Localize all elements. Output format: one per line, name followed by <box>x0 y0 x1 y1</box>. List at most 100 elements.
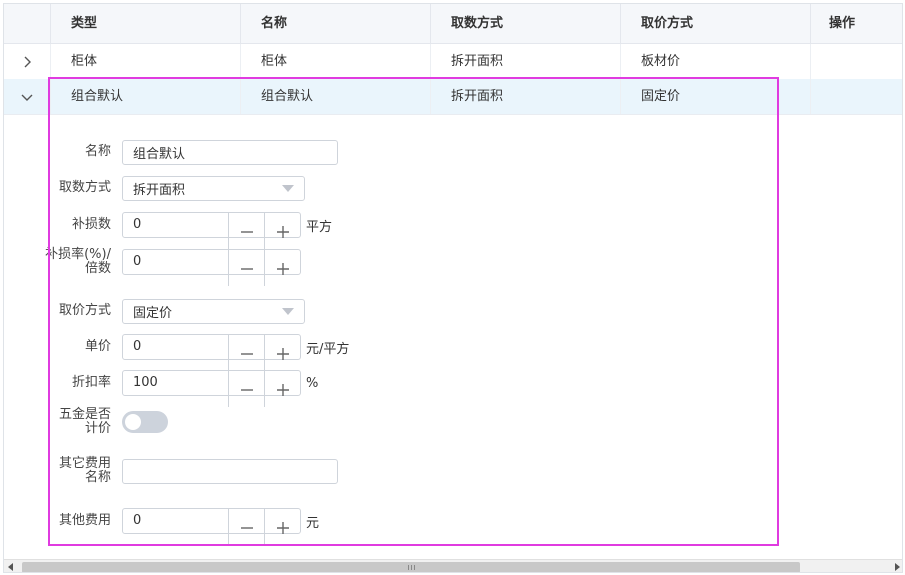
discount-label: 折扣率 <box>71 375 111 390</box>
cell-actions <box>811 44 902 79</box>
unit-price-value[interactable]: 0 <box>123 335 228 359</box>
expand-toggle[interactable] <box>4 79 51 114</box>
loss-decrement-button[interactable] <box>228 213 264 249</box>
table-row-expanded[interactable]: 组合默认 组合默认 拆开面积 固定价 <box>4 79 902 115</box>
qty-method-label: 取数方式 <box>58 180 111 195</box>
cell-actions <box>811 79 902 114</box>
expand-toggle[interactable] <box>4 44 51 79</box>
form-row-loss: 补损数 0 平方 <box>4 211 333 249</box>
hardware-priced-switch[interactable] <box>122 411 168 433</box>
price-method-label: 取价方式 <box>58 303 111 318</box>
form-row-unit-price: 单价 0 元/平方 <box>4 333 350 371</box>
form-row-loss-rate: 补损率(%)/ 倍数 0 <box>4 248 301 286</box>
minus-icon <box>240 527 253 529</box>
loss-rate-increment-button[interactable] <box>264 250 300 286</box>
other-fee-decrement-button[interactable] <box>228 509 264 545</box>
minus-icon <box>240 231 253 233</box>
header-expand-col <box>4 4 51 44</box>
cell-name: 组合默认 <box>241 79 431 114</box>
price-method-value: 固定价 <box>133 305 173 321</box>
loss-rate-value[interactable]: 0 <box>123 250 228 274</box>
other-fee-unit: 元 <box>306 515 320 531</box>
form-row-hardware: 五金是否 计价 <box>4 408 168 436</box>
form-row-qty-method: 取数方式 拆开面积 <box>4 174 305 202</box>
dropdown-caret-icon <box>282 307 294 315</box>
dropdown-caret-icon <box>282 184 294 192</box>
discount-stepper: 100 <box>122 370 301 407</box>
header-type[interactable]: 类型 <box>51 4 241 44</box>
grip-icon <box>407 565 415 570</box>
table-frame: 类型 名称 取数方式 取价方式 操作 柜体 柜体 拆开面积 板材价 组合默认 组… <box>3 3 903 573</box>
header-name[interactable]: 名称 <box>241 4 431 44</box>
loss-value[interactable]: 0 <box>123 213 228 237</box>
unit-price-label: 单价 <box>84 339 111 354</box>
loss-increment-button[interactable] <box>264 213 300 249</box>
plus-icon <box>276 384 289 396</box>
minus-icon <box>240 268 253 270</box>
cell-type: 组合默认 <box>51 79 241 114</box>
other-fee-increment-button[interactable] <box>264 509 300 545</box>
horizontal-scrollbar[interactable] <box>4 559 902 572</box>
unit-price-unit: 元/平方 <box>306 341 350 357</box>
other-fee-label: 其他费用 <box>58 513 111 528</box>
other-fee-stepper: 0 <box>122 508 301 545</box>
plus-icon <box>276 522 289 534</box>
other-fee-name-label: 其它费用 名称 <box>4 457 122 485</box>
scroll-right-arrow-icon[interactable] <box>895 563 900 571</box>
header-actions: 操作 <box>829 16 856 31</box>
unit-price-stepper: 0 <box>122 334 301 371</box>
expanded-detail-panel: 名称 取数方式 拆开面积 补损数 0 平方 <box>4 115 902 559</box>
qty-method-value: 拆开面积 <box>133 182 186 198</box>
loss-rate-label-line2: 倍数 <box>84 261 111 276</box>
cell-qty-method: 拆开面积 <box>431 79 621 114</box>
loss-stepper: 0 <box>122 212 301 249</box>
form-row-other-fee: 其他费用 0 元 <box>4 507 320 545</box>
discount-unit: % <box>306 375 319 391</box>
cell-price-method: 固定价 <box>621 79 811 114</box>
table-row[interactable]: 柜体 柜体 拆开面积 板材价 <box>4 44 902 80</box>
form-row-other-fee-name: 其它费用 名称 <box>4 457 338 485</box>
hardware-label-line2: 计价 <box>84 421 111 436</box>
minus-icon <box>240 353 253 355</box>
discount-value[interactable]: 100 <box>123 371 228 395</box>
form-row-name: 名称 <box>4 138 338 166</box>
qty-method-select[interactable]: 拆开面积 <box>122 175 305 201</box>
scrollbar-thumb[interactable] <box>22 562 800 572</box>
other-fee-value[interactable]: 0 <box>123 509 228 533</box>
header-qty-method[interactable]: 取数方式 <box>431 4 621 44</box>
table-header: 类型 名称 取数方式 取价方式 操作 <box>4 4 902 44</box>
plus-icon <box>276 226 289 238</box>
form-row-price-method: 取价方式 固定价 <box>4 297 305 325</box>
loss-rate-decrement-button[interactable] <box>228 250 264 286</box>
name-input[interactable] <box>122 139 338 165</box>
loss-rate-label: 补损率(%)/ 倍数 <box>4 248 122 276</box>
loss-rate-stepper: 0 <box>122 249 301 286</box>
plus-icon <box>276 348 289 360</box>
chevron-right-icon <box>24 56 31 67</box>
cell-price-method: 板材价 <box>621 44 811 79</box>
unit-price-decrement-button[interactable] <box>228 335 264 371</box>
unit-price-increment-button[interactable] <box>264 335 300 371</box>
discount-increment-button[interactable] <box>264 371 300 407</box>
other-fee-name-input[interactable] <box>122 458 338 484</box>
loss-label: 补损数 <box>71 217 111 232</box>
price-method-select[interactable]: 固定价 <box>122 298 305 324</box>
form-row-discount: 折扣率 100 % <box>4 369 319 407</box>
hardware-label-line1: 五金是否 <box>58 407 111 422</box>
other-fee-name-label-line1: 其它费用 <box>58 456 111 471</box>
discount-decrement-button[interactable] <box>228 371 264 407</box>
cell-name: 柜体 <box>241 44 431 79</box>
scroll-left-arrow-icon[interactable] <box>8 563 13 571</box>
minus-icon <box>240 389 253 391</box>
cell-qty-method: 拆开面积 <box>431 44 621 79</box>
other-fee-name-label-line2: 名称 <box>84 470 111 485</box>
loss-rate-label-line1: 补损率(%)/ <box>45 247 111 262</box>
header-price-method[interactable]: 取价方式 <box>621 4 811 44</box>
switch-knob <box>125 414 141 430</box>
chevron-down-icon <box>21 94 33 101</box>
name-label: 名称 <box>84 144 111 159</box>
plus-icon <box>276 263 289 275</box>
loss-unit: 平方 <box>306 219 333 235</box>
cell-type: 柜体 <box>51 44 241 79</box>
hardware-label: 五金是否 计价 <box>4 408 122 436</box>
